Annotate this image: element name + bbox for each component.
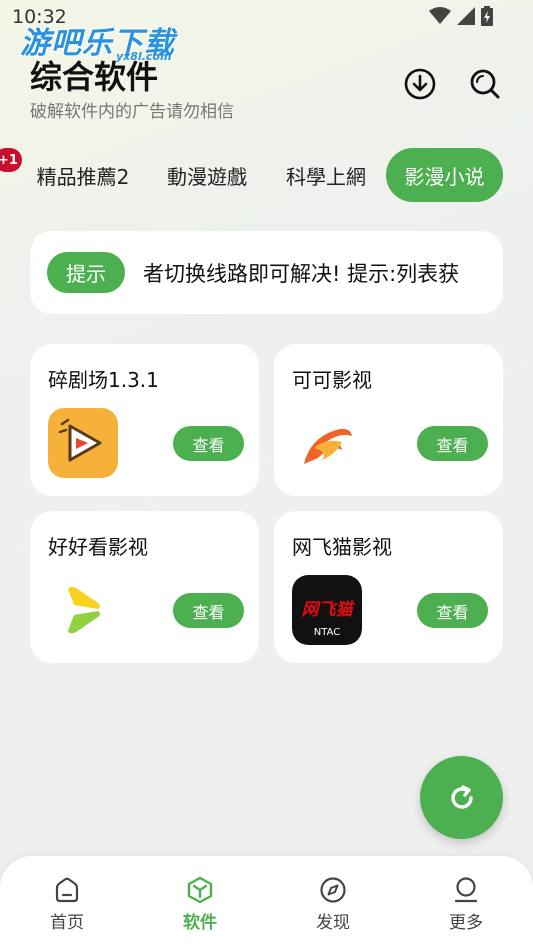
tab-label: 科學上網 [286, 164, 366, 189]
nav-home[interactable]: 首页 [17, 876, 117, 936]
status-icons [429, 6, 493, 26]
bottom-nav: 首页 软件 发现 更多 [0, 856, 533, 948]
view-button[interactable]: 查看 [173, 593, 244, 628]
page-title: 综合软件 [30, 58, 159, 96]
user-icon [454, 877, 478, 903]
nav-label: 发现 [316, 913, 350, 933]
film-play-icon [48, 408, 118, 478]
view-button[interactable]: 查看 [417, 426, 488, 461]
tab-label: 影漫小说 [404, 164, 485, 189]
tab-label: 動漫遊戲 [167, 164, 247, 189]
refresh-icon [450, 784, 473, 809]
battery-icon [481, 6, 493, 26]
refresh-button[interactable] [420, 756, 503, 839]
box-icon [187, 876, 213, 904]
notice-banner: 提示 者切换线路即可解决! 提示:列表获 [30, 231, 503, 314]
app-name: 可可影视 [292, 368, 372, 392]
nav-discover[interactable]: 发现 [283, 876, 383, 936]
home-icon [55, 877, 79, 903]
ntac-logo-sub: NTAC [314, 627, 340, 638]
notice-chip: 提示 [47, 252, 125, 293]
nav-software[interactable]: 软件 [150, 876, 250, 936]
view-button[interactable]: 查看 [417, 593, 488, 628]
tab-dongman[interactable]: 動漫遊戲 [155, 148, 259, 202]
app-card[interactable]: 可可影视 查看 [274, 344, 503, 496]
page-subtitle: 破解软件内的广告请勿相信 [30, 102, 234, 122]
app-name: 好好看影视 [48, 535, 148, 559]
nav-label: 首页 [50, 913, 84, 933]
ntac-logo-icon: 网飞猫 NTAC [292, 575, 362, 645]
flame-logo-icon [292, 408, 362, 478]
tab-kexue[interactable]: 科學上網 [274, 148, 378, 202]
app-card[interactable]: 好好看影视 查看 [30, 511, 259, 663]
download-icon [404, 68, 436, 100]
view-button[interactable]: 查看 [173, 426, 244, 461]
ntac-logo-text: 网飞猫 [302, 600, 356, 620]
download-button[interactable] [402, 66, 438, 102]
app-name: 网飞猫影视 [292, 535, 392, 559]
tab-label: 精品推薦2 [36, 164, 130, 189]
search-icon [470, 69, 500, 99]
tab-jingpin[interactable]: 精品推薦2 [28, 148, 138, 202]
nav-more[interactable]: 更多 [416, 876, 516, 936]
play-leaf-icon [48, 575, 118, 645]
app-name: 碎剧场1.3.1 [48, 368, 159, 392]
app-card[interactable]: 碎剧场1.3.1 查看 [30, 344, 259, 496]
nav-label: 更多 [449, 913, 483, 933]
notice-text: 者切换线路即可解决! 提示:列表获 [143, 262, 460, 286]
category-tabs: 精品推薦2 動漫遊戲 科學上網 影漫小说 [0, 148, 533, 202]
compass-icon [320, 877, 346, 903]
search-button[interactable] [467, 66, 503, 102]
wifi-icon [429, 7, 451, 24]
tab-yingman[interactable]: 影漫小说 [386, 148, 503, 202]
app-card[interactable]: 网飞猫影视 网飞猫 NTAC 查看 [274, 511, 503, 663]
nav-label: 软件 [183, 913, 217, 933]
signal-icon [457, 7, 475, 25]
